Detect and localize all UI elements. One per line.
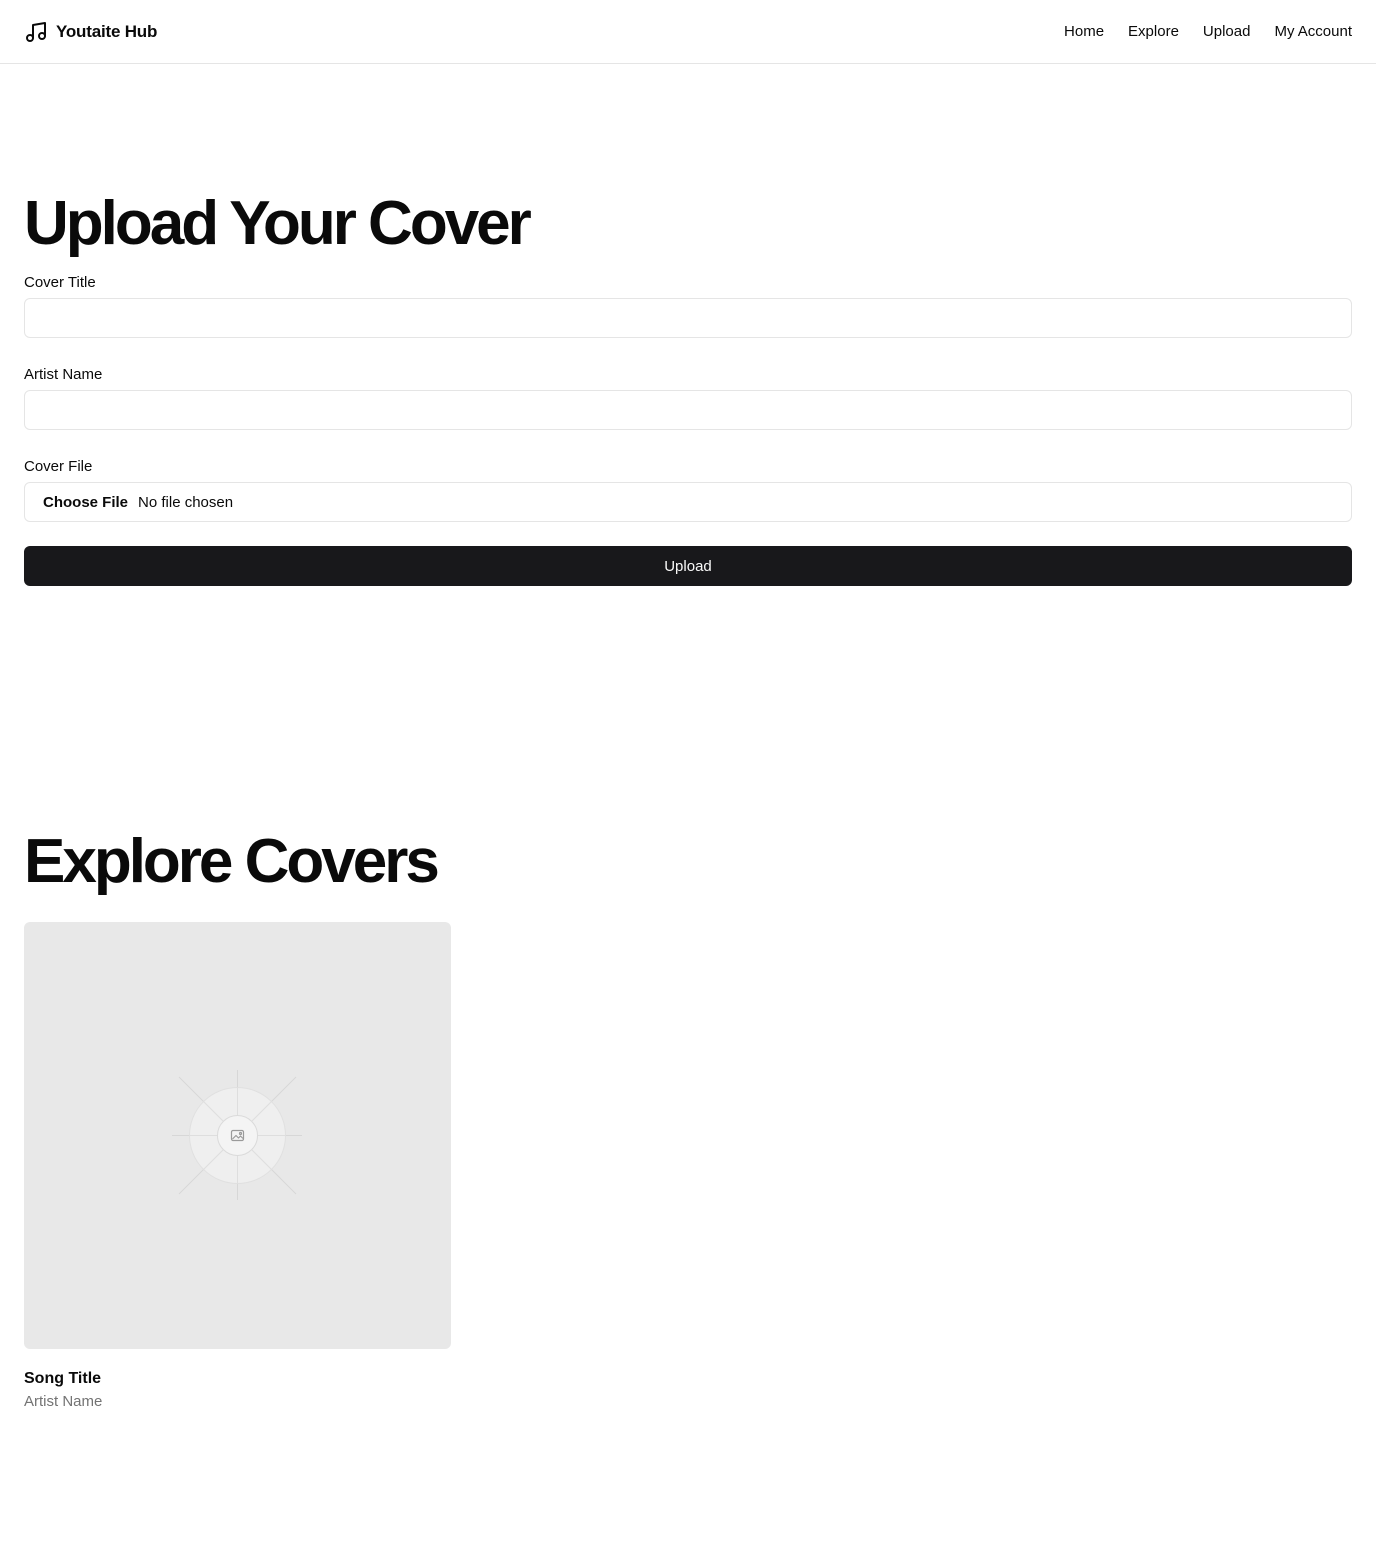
brand[interactable]: Youtaite Hub xyxy=(24,20,157,44)
upload-heading: Upload Your Cover xyxy=(24,189,532,258)
cover-file-input[interactable]: Choose File No file chosen xyxy=(24,482,1352,522)
nav-home-link[interactable]: Home xyxy=(1064,23,1104,40)
image-placeholder-icon xyxy=(172,1070,302,1200)
upload-form: Cover Title Artist Name Cover File Choos… xyxy=(24,274,1352,586)
cover-card[interactable]: Song Title Artist Name xyxy=(24,922,451,1411)
cover-title-input[interactable] xyxy=(24,298,1352,338)
nav-upload-link[interactable]: Upload xyxy=(1203,23,1251,40)
choose-file-button[interactable]: Choose File xyxy=(43,494,128,511)
music-note-icon xyxy=(24,20,48,44)
artist-name-input[interactable] xyxy=(24,390,1352,430)
site-header: Youtaite Hub Home Explore Upload My Acco… xyxy=(0,0,1376,64)
cover-image-placeholder xyxy=(24,922,451,1349)
cover-title-label: Cover Title xyxy=(24,274,96,291)
explore-section: Explore Covers Song Title Artist Name xyxy=(24,824,1352,1411)
cover-card-artist: Artist Name xyxy=(24,1393,103,1410)
cover-file-label: Cover File xyxy=(24,458,93,475)
file-status-text: No file chosen xyxy=(138,493,234,511)
artist-name-label: Artist Name xyxy=(24,366,103,383)
upload-section: Upload Your Cover Cover Title Artist Nam… xyxy=(24,186,1352,586)
cover-card-title: Song Title xyxy=(24,1370,102,1387)
brand-name: Youtaite Hub xyxy=(56,21,158,41)
upload-submit-button[interactable]: Upload xyxy=(24,546,1352,586)
nav-explore-link[interactable]: Explore xyxy=(1128,23,1179,40)
nav-my-account-link[interactable]: My Account xyxy=(1274,23,1352,40)
explore-heading: Explore Covers xyxy=(24,827,440,896)
main-nav: Home Explore Upload My Account xyxy=(1064,23,1352,40)
